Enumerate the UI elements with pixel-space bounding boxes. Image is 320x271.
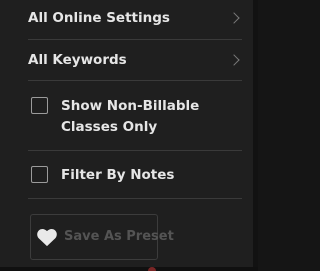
bottom-bar: [0, 267, 258, 271]
online-settings-selector[interactable]: All Online Settings: [28, 0, 242, 40]
chevron-right-icon: [228, 54, 240, 66]
notes-filter-label: Filter By Notes: [61, 167, 175, 183]
notes-filter-checkbox[interactable]: [31, 166, 48, 183]
divider: [28, 80, 242, 81]
divider: [28, 39, 242, 40]
heart-icon: [37, 228, 57, 247]
save-as-preset-button[interactable]: Save As Preset: [30, 214, 174, 260]
filter-panel: All Online Settings All Keywords Show No…: [0, 0, 258, 271]
divider: [28, 198, 242, 199]
chevron-right-icon: [228, 12, 240, 24]
divider: [28, 150, 242, 151]
non-billable-checkbox[interactable]: [31, 97, 48, 114]
panel-edge: [253, 0, 258, 271]
keywords-label: All Keywords: [28, 52, 127, 68]
notes-filter-option[interactable]: Filter By Notes: [28, 166, 242, 188]
non-billable-label: Show Non-Billable Classes Only: [61, 98, 200, 135]
bottom-indicator: [148, 267, 156, 271]
keywords-selector[interactable]: All Keywords: [28, 42, 242, 82]
online-settings-label: All Online Settings: [28, 10, 170, 26]
non-billable-option[interactable]: Show Non-Billable Classes Only: [28, 97, 242, 141]
save-as-preset-label: Save As Preset: [64, 229, 174, 244]
